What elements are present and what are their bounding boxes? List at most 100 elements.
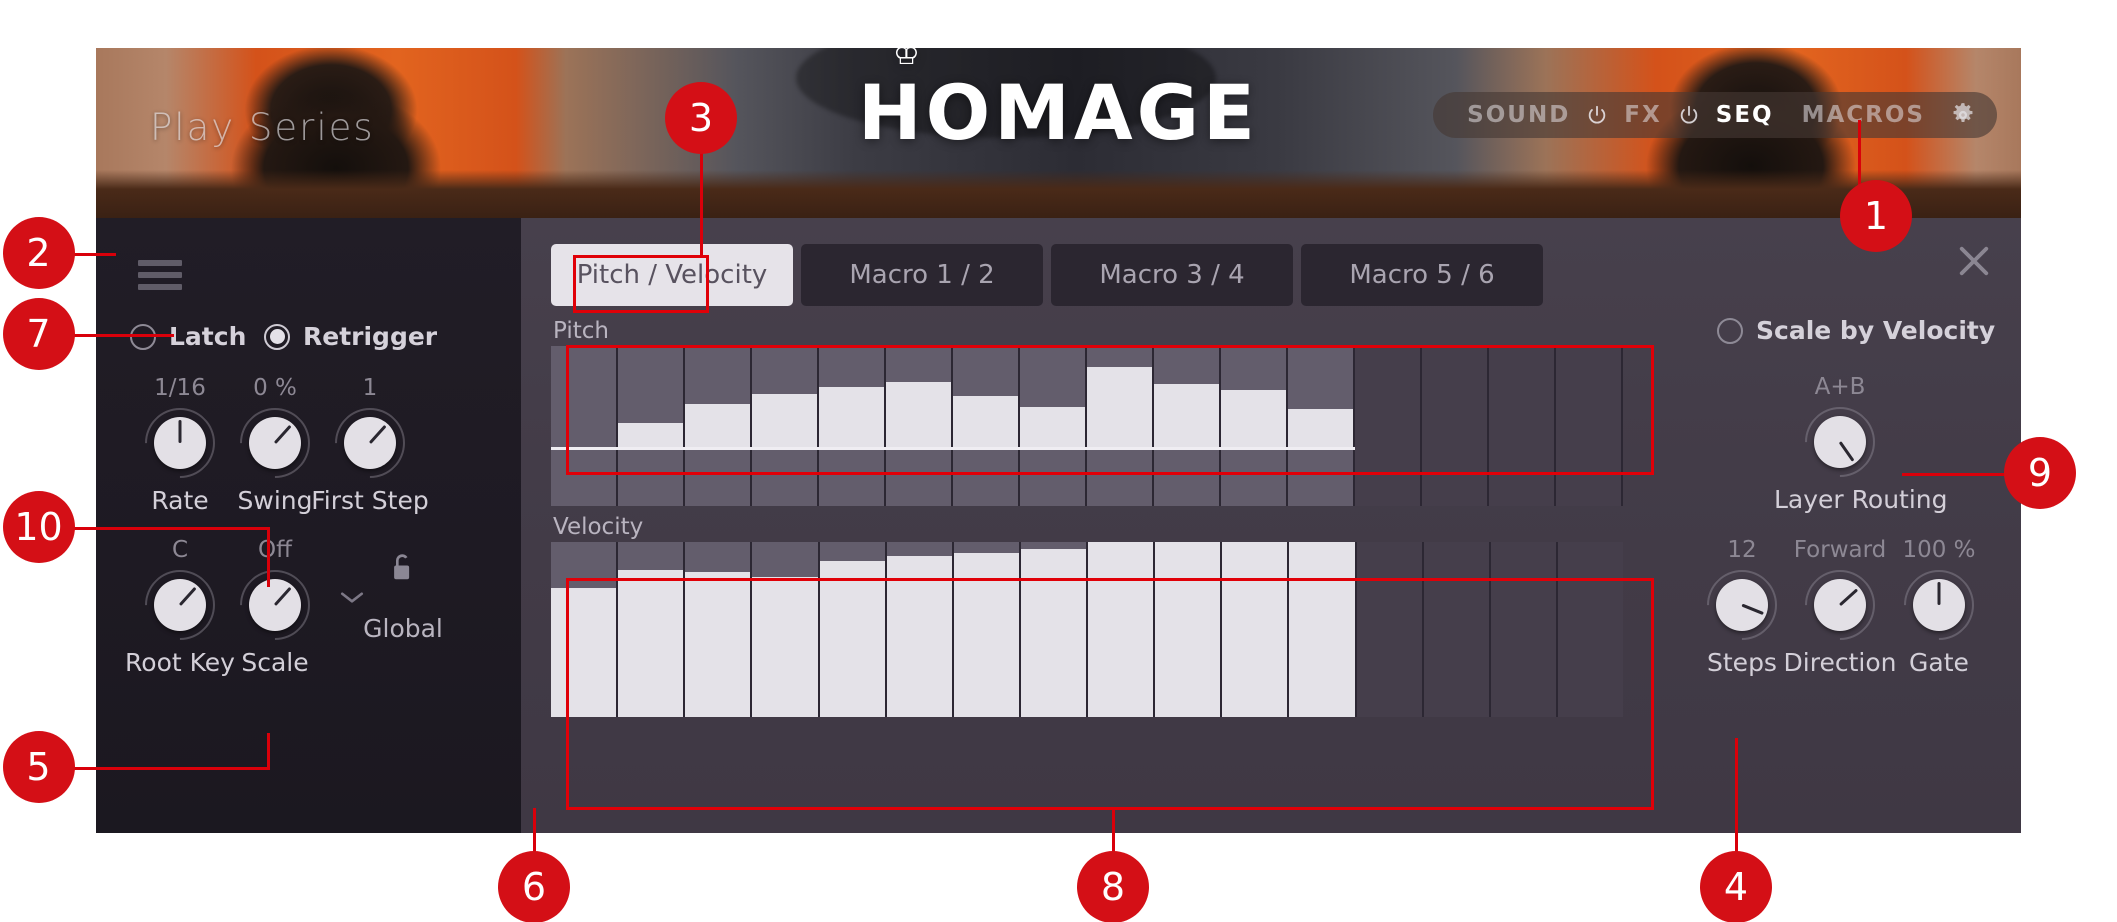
- tab-macro-5-6[interactable]: Macro 5 / 6: [1301, 244, 1543, 306]
- callout-badge-10: 10: [2, 491, 75, 563]
- velocity-bar[interactable]: [1222, 542, 1288, 717]
- gate-knob-group[interactable]: 100 % Gate: [1873, 536, 2005, 677]
- close-icon[interactable]: [1953, 240, 1995, 282]
- retrigger-toggle[interactable]: Retrigger: [264, 322, 437, 351]
- sequencer-step[interactable]: [1154, 346, 1221, 506]
- velocity-bar[interactable]: [1155, 542, 1221, 717]
- power-icon[interactable]: [1586, 104, 1608, 126]
- sequencer-step[interactable]: [1088, 542, 1156, 717]
- sequencer-step[interactable]: [886, 346, 953, 506]
- sequencer-step[interactable]: [1356, 542, 1424, 717]
- pitch-bar[interactable]: [1288, 408, 1353, 447]
- sequencer-step[interactable]: [953, 346, 1020, 506]
- nav-item-macros[interactable]: MACROS: [1788, 102, 1939, 128]
- nav-item-seq[interactable]: SEQ: [1702, 102, 1788, 128]
- steps-knob[interactable]: [1692, 555, 1792, 655]
- hamburger-menu-icon[interactable]: [138, 260, 182, 290]
- scale-value: Off: [258, 537, 292, 563]
- velocity-bar[interactable]: [1020, 549, 1086, 717]
- pitch-bar[interactable]: [886, 382, 951, 447]
- sequencer-step[interactable]: [1222, 542, 1290, 717]
- pitch-bar[interactable]: [685, 404, 750, 447]
- rate-knob[interactable]: [130, 393, 230, 493]
- sequencer-step[interactable]: [819, 346, 886, 506]
- velocity-bar[interactable]: [685, 571, 751, 717]
- sequencer-step[interactable]: [551, 346, 618, 506]
- sequencer-step[interactable]: [1556, 346, 1623, 506]
- velocity-bar[interactable]: [1289, 542, 1355, 717]
- velocity-bar[interactable]: [953, 552, 1019, 717]
- first-step-knob[interactable]: [320, 393, 420, 493]
- sequencer-step[interactable]: [752, 346, 819, 506]
- sequencer-step[interactable]: [1289, 542, 1357, 717]
- retrigger-radio[interactable]: [264, 323, 290, 350]
- swing-knob[interactable]: [225, 393, 325, 493]
- pitch-bar[interactable]: [618, 422, 683, 447]
- nav-item-fx[interactable]: FX: [1610, 102, 1675, 128]
- sequencer-step[interactable]: [1020, 346, 1087, 506]
- pitch-bar[interactable]: [1087, 367, 1152, 447]
- velocity-bar[interactable]: [752, 577, 818, 717]
- pitch-bar[interactable]: [1221, 390, 1286, 447]
- nav-item-sound[interactable]: SOUND: [1453, 102, 1584, 128]
- sequencer-step[interactable]: [1288, 346, 1355, 506]
- callout-badge-3: 3: [665, 82, 737, 154]
- sequencer-step[interactable]: [1221, 346, 1288, 506]
- sequencer-step[interactable]: [752, 542, 820, 717]
- scale-knob[interactable]: [225, 555, 325, 655]
- unlocked-padlock-icon[interactable]: [386, 550, 416, 586]
- root-key-knob[interactable]: [130, 555, 230, 655]
- sequencer-step[interactable]: [1423, 542, 1491, 717]
- callout-badge-6: 6: [498, 851, 570, 922]
- layer-routing-label: Layer Routing: [1774, 485, 1948, 514]
- sequencer-step[interactable]: [618, 346, 685, 506]
- scale-by-velocity-radio[interactable]: [1717, 317, 1743, 344]
- pitch-bar[interactable]: [752, 394, 817, 447]
- tab-macro-3-4[interactable]: Macro 3 / 4: [1051, 244, 1293, 306]
- sequencer-step[interactable]: [1155, 542, 1223, 717]
- sequencer-step[interactable]: [953, 542, 1021, 717]
- layer-routing-knob-group[interactable]: A+B Layer Routing: [1774, 373, 1948, 514]
- sequencer-step[interactable]: [618, 542, 686, 717]
- velocity-bar[interactable]: [551, 587, 617, 717]
- first-step-knob-group[interactable]: 1 First Step: [304, 374, 436, 515]
- header-photo-blur: [796, 48, 1216, 138]
- pitch-step-grid[interactable]: [551, 346, 1623, 506]
- velocity-bar[interactable]: [886, 556, 952, 717]
- gate-knob[interactable]: [1889, 555, 1989, 655]
- pitch-bar[interactable]: [1154, 384, 1219, 447]
- velocity-bar[interactable]: [618, 570, 684, 717]
- tab-pitch-velocity[interactable]: Pitch / Velocity: [551, 244, 793, 306]
- sequencer-step[interactable]: [1355, 346, 1422, 506]
- gate-label: Gate: [1909, 648, 1969, 677]
- power-icon[interactable]: [1678, 104, 1700, 126]
- retrigger-label: Retrigger: [303, 322, 438, 351]
- velocity-step-grid[interactable]: [551, 542, 1623, 717]
- sequencer-step[interactable]: [1087, 346, 1154, 506]
- sequencer-step[interactable]: [1020, 542, 1088, 717]
- sequencer-step[interactable]: [551, 542, 619, 717]
- sequencer-step[interactable]: [819, 542, 887, 717]
- sequencer-step[interactable]: [685, 542, 753, 717]
- velocity-bar[interactable]: [1088, 542, 1154, 717]
- pitch-bar[interactable]: [953, 396, 1018, 447]
- layer-routing-knob[interactable]: [1790, 392, 1890, 492]
- pitch-bar[interactable]: [819, 387, 884, 447]
- velocity-bar[interactable]: [819, 561, 885, 717]
- leader-3: [700, 152, 703, 257]
- sequencer-step[interactable]: [886, 542, 954, 717]
- sequencer-step[interactable]: [1422, 346, 1489, 506]
- sequencer-step[interactable]: [1489, 346, 1556, 506]
- leader-10: [64, 527, 269, 530]
- scale-by-velocity-toggle[interactable]: Scale by Velocity: [1717, 316, 1995, 345]
- pitch-bar[interactable]: [1020, 406, 1085, 447]
- sequencer-step[interactable]: [1490, 542, 1558, 717]
- chevron-down-icon[interactable]: [339, 590, 365, 608]
- sequencer-step[interactable]: [685, 346, 752, 506]
- pitch-section-title: Pitch: [553, 318, 609, 344]
- direction-knob[interactable]: [1790, 555, 1890, 655]
- gear-icon[interactable]: [1949, 101, 1977, 129]
- tab-macro-1-2[interactable]: Macro 1 / 2: [801, 244, 1043, 306]
- sequencer-step[interactable]: [1557, 542, 1623, 717]
- scale-knob-group[interactable]: Off Scale: [209, 536, 341, 677]
